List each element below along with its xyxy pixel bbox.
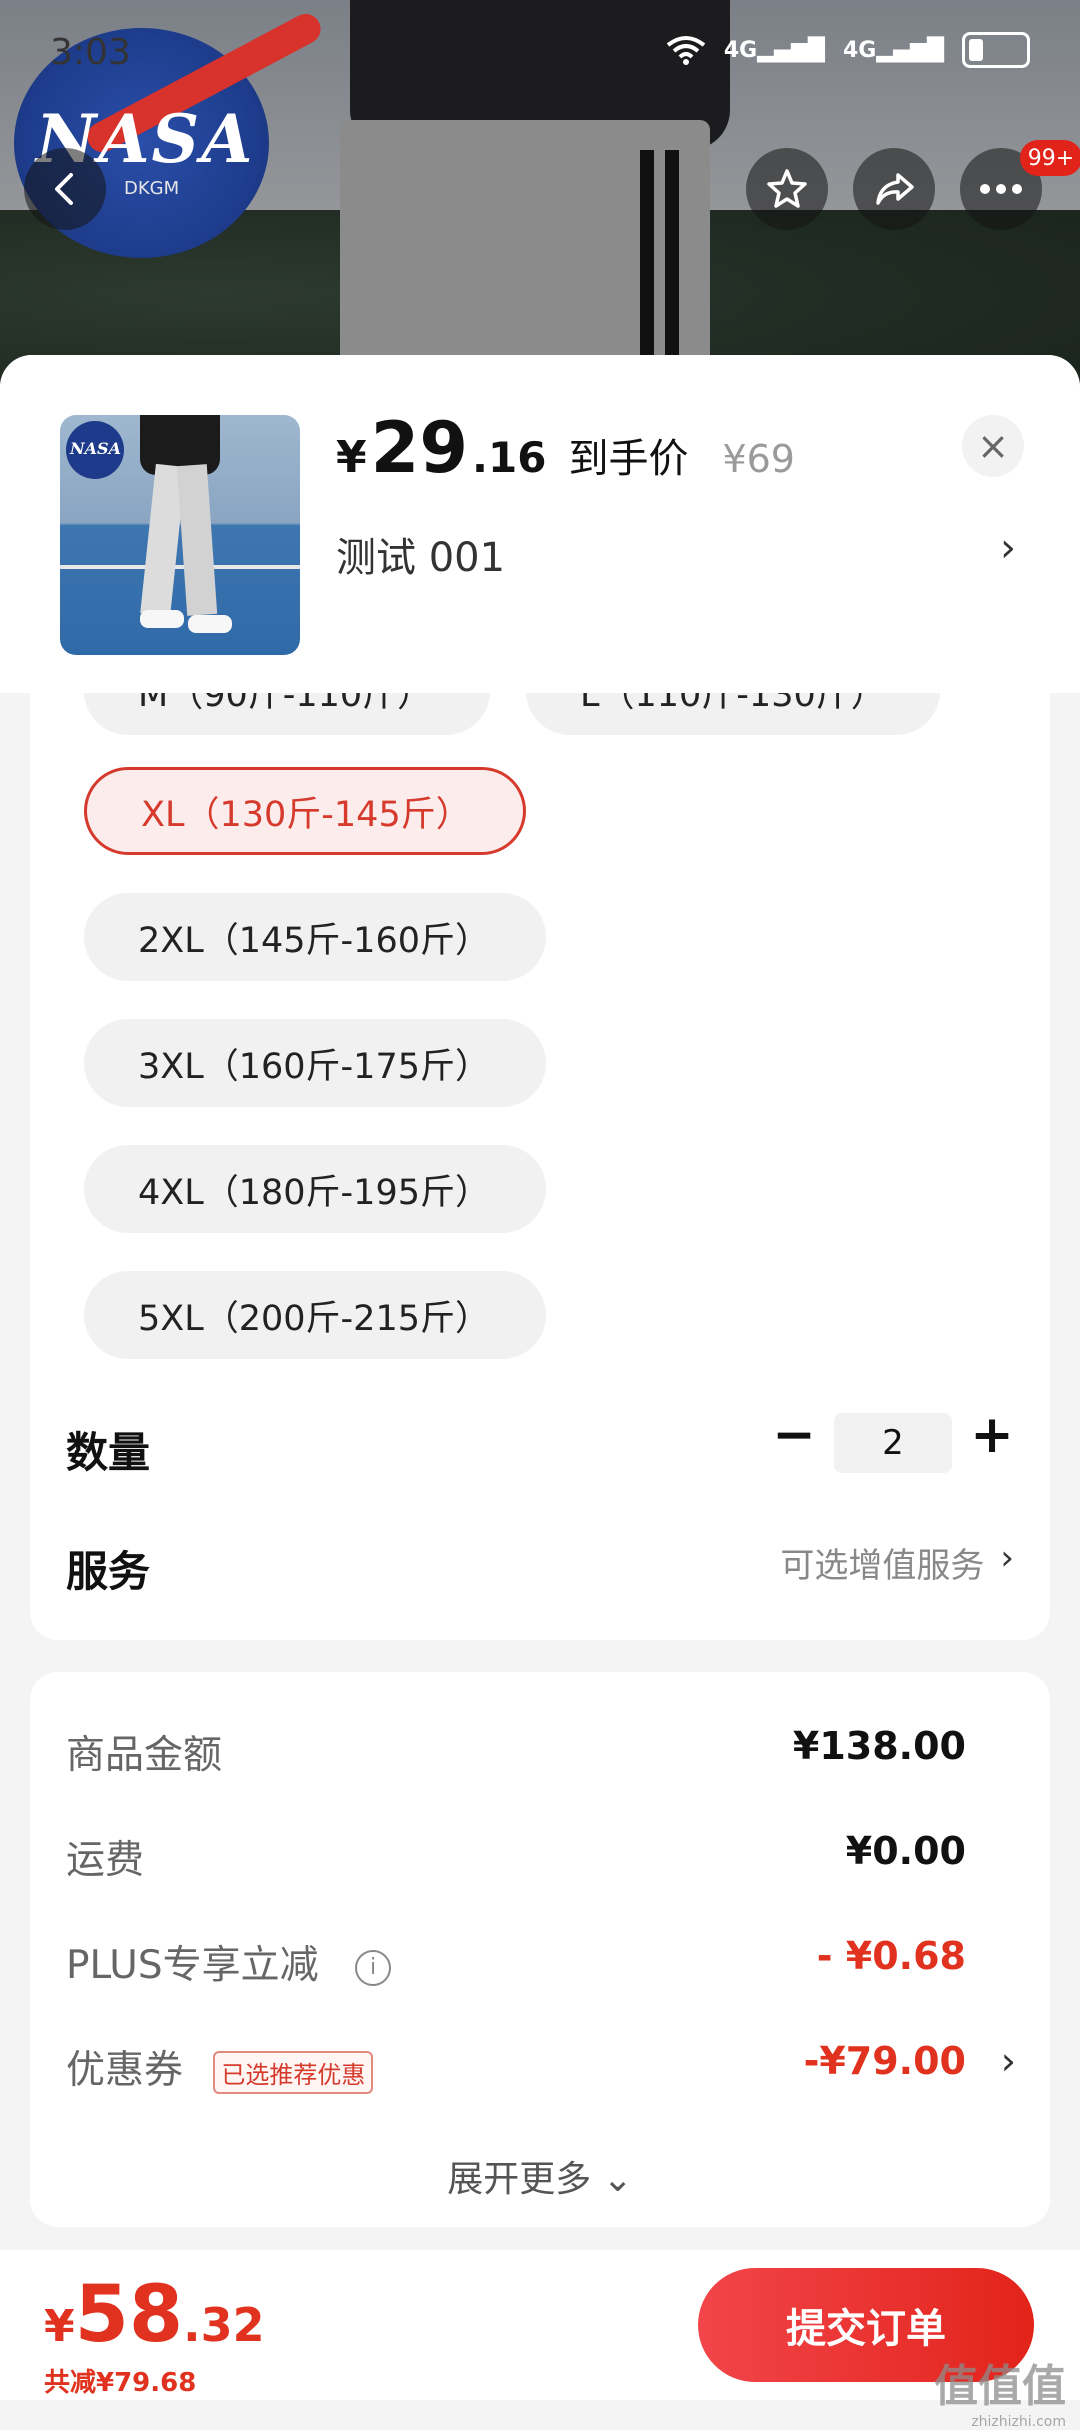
summary-row-coupon[interactable]: 优惠券 已选推荐优惠 -¥79.00 › [66, 2039, 1016, 2099]
watermark: 值值值 zhizhizhi.com [934, 2350, 1066, 2430]
purchase-sheet: NASA ¥ 29 .16 到手价 ¥69 × 测试 001 › M（90斤-1… [0, 355, 1080, 2400]
coupon-value: -¥79.00 [803, 2039, 966, 2083]
thumb-logo: NASA [66, 421, 124, 479]
order-summary-card: 商品金额 ¥138.00 运费 ¥0.00 PLUS专享立减 i - ¥0.68… [30, 1672, 1050, 2227]
price-integer: 29 [370, 407, 469, 489]
checkout-bar: ¥ 58 .32 共减¥79.68 提交订单 [0, 2250, 1080, 2400]
quantity-decrease-button[interactable]: − [764, 1405, 824, 1465]
size-option-3xl[interactable]: 3XL（160斤-175斤） [84, 1019, 546, 1107]
size-option-m[interactable]: M（90斤-110斤） [84, 693, 490, 735]
size-option-4xl[interactable]: 4XL（180斤-195斤） [84, 1145, 546, 1233]
close-icon: × [977, 424, 1009, 468]
size-option-5xl[interactable]: 5XL（200斤-215斤） [84, 1271, 546, 1359]
original-price: ¥69 [722, 437, 795, 481]
thumb-court-line [60, 565, 300, 569]
total-price: ¥ 58 .32 [44, 2270, 265, 2360]
variant-text: 测试 001 [336, 535, 506, 581]
size-option-l[interactable]: L（110斤-130斤） [526, 693, 940, 735]
variant-selector[interactable]: 测试 001 › [336, 525, 1016, 583]
service-options-link[interactable]: 可选增值服务 › [780, 1538, 1014, 1587]
service-link-text: 可选增值服务 [780, 1546, 985, 1586]
signal-icon: 4G▂▄▆█ [842, 37, 944, 63]
size-option-2xl[interactable]: 2XL（145斤-160斤） [84, 893, 546, 981]
total-decimal: .32 [183, 2298, 265, 2352]
close-button[interactable]: × [962, 415, 1024, 477]
share-button[interactable] [853, 148, 935, 230]
quantity-label: 数量 [66, 1428, 151, 1477]
plus-discount-value: - ¥0.68 [816, 1934, 966, 1978]
summary-row-goods: 商品金额 ¥138.00 [66, 1724, 1016, 1784]
battery-icon [962, 32, 1030, 68]
summary-row-shipping: 运费 ¥0.00 [66, 1829, 1016, 1889]
service-label: 服务 [66, 1547, 151, 1596]
thumb-shoe [140, 610, 184, 628]
plus-discount-label: PLUS专享立减 [66, 1943, 319, 1988]
goods-amount-label: 商品金额 [66, 1733, 223, 1778]
shipping-value: ¥0.00 [845, 1829, 966, 1873]
watermark-sub: zhizhizhi.com [971, 2414, 1066, 2430]
sheet-header: NASA ¥ 29 .16 到手价 ¥69 × 测试 001 › [0, 355, 1080, 693]
price-row: ¥ 29 .16 到手价 ¥69 [336, 407, 795, 489]
total-integer: 58 [74, 2270, 184, 2360]
status-bar: 3:03 4G▂▄▆█ 4G▂▄▆█ [0, 32, 1080, 82]
price-tag: 到手价 [568, 436, 689, 482]
share-icon [876, 173, 914, 205]
price-currency: ¥ [336, 432, 367, 483]
price-decimal: .16 [472, 433, 547, 482]
wifi-icon [666, 36, 706, 65]
more-icon [980, 184, 1022, 194]
options-card: M（90斤-110斤） L（110斤-130斤） XL（130斤-145斤） 2… [30, 693, 1050, 1640]
notification-badge: 99+ [1020, 140, 1080, 176]
product-thumbnail[interactable]: NASA [60, 415, 300, 655]
coupon-selected-tag: 已选推荐优惠 [213, 2051, 374, 2094]
thumb-leg [176, 464, 218, 616]
size-option-xl-selected[interactable]: XL（130斤-145斤） [84, 767, 526, 855]
network-label: 4G [842, 37, 877, 63]
signal-icon: 4G▂▄▆█ [723, 37, 825, 63]
chevron-right-icon: › [1000, 525, 1016, 571]
back-icon [55, 173, 73, 205]
quantity-input[interactable]: 2 [834, 1413, 952, 1473]
coupon-label: 优惠券 [66, 2048, 184, 2093]
star-icon [767, 169, 807, 208]
favorite-button[interactable] [746, 148, 828, 230]
status-time: 3:03 [50, 32, 131, 73]
quantity-increase-button[interactable]: + [962, 1405, 1022, 1465]
goods-amount-value: ¥138.00 [792, 1724, 966, 1768]
chevron-right-icon: › [1000, 1538, 1014, 1578]
back-button[interactable] [24, 148, 106, 230]
logo-subtext: DKGM [124, 178, 180, 199]
watermark-main: 值值值 [934, 2361, 1066, 2412]
network-label: 4G [723, 37, 758, 63]
shipping-label: 运费 [66, 1838, 145, 1883]
thumb-shoe [188, 615, 232, 633]
info-icon[interactable]: i [355, 1949, 392, 1986]
total-currency: ¥ [44, 2301, 75, 2352]
thumb-logo-text: NASA [70, 439, 122, 458]
expand-more-button[interactable]: 展开更多 ⌄ [30, 2150, 1050, 2202]
total-saved: 共减¥79.68 [44, 2368, 197, 2398]
chevron-right-icon: › [1000, 2039, 1016, 2083]
status-icons: 4G▂▄▆█ 4G▂▄▆█ [666, 32, 1030, 68]
summary-row-plus-discount: PLUS专享立减 i - ¥0.68 [66, 1934, 1016, 1994]
